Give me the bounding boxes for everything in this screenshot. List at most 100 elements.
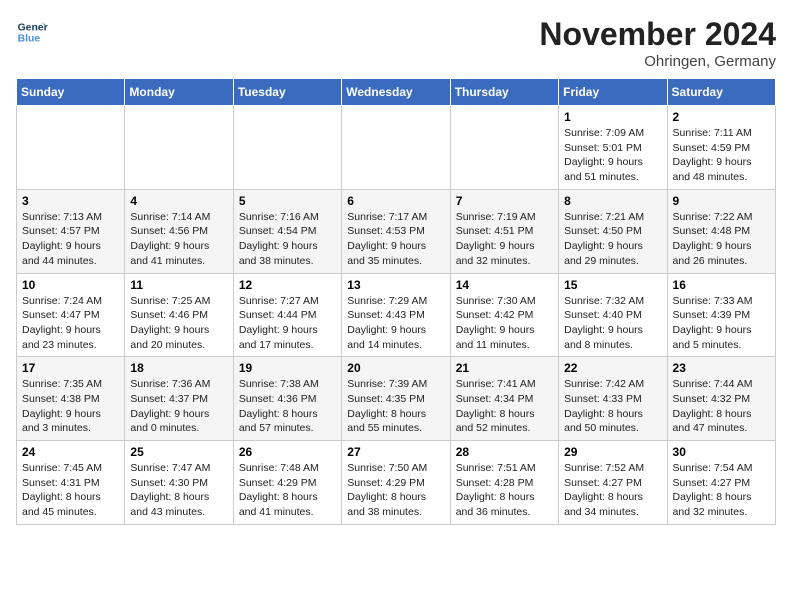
logo: General Blue: [16, 16, 48, 48]
logo-icon: General Blue: [16, 16, 48, 48]
calendar-table: SundayMondayTuesdayWednesdayThursdayFrid…: [16, 78, 776, 525]
day-info: Sunrise: 7:36 AM Sunset: 4:37 PM Dayligh…: [130, 377, 227, 436]
day-info: Sunrise: 7:27 AM Sunset: 4:44 PM Dayligh…: [239, 294, 336, 353]
day-number: 21: [456, 361, 553, 375]
calendar-day-cell: 20 Sunrise: 7:39 AM Sunset: 4:35 PM Dayli…: [342, 357, 450, 441]
calendar-day-cell: 17 Sunrise: 7:35 AM Sunset: 4:38 PM Dayli…: [17, 357, 125, 441]
day-info: Sunrise: 7:48 AM Sunset: 4:29 PM Dayligh…: [239, 461, 336, 520]
calendar-week-row: 24 Sunrise: 7:45 AM Sunset: 4:31 PM Dayli…: [17, 441, 776, 525]
calendar-day-cell: 12 Sunrise: 7:27 AM Sunset: 4:44 PM Dayli…: [233, 273, 341, 357]
day-number: 9: [673, 194, 770, 208]
day-info: Sunrise: 7:39 AM Sunset: 4:35 PM Dayligh…: [347, 377, 444, 436]
calendar-week-row: 3 Sunrise: 7:13 AM Sunset: 4:57 PM Daylig…: [17, 189, 776, 273]
weekday-header-cell: Tuesday: [233, 79, 341, 106]
weekday-header-cell: Sunday: [17, 79, 125, 106]
day-number: 26: [239, 445, 336, 459]
day-info: Sunrise: 7:42 AM Sunset: 4:33 PM Dayligh…: [564, 377, 661, 436]
weekday-header-cell: Thursday: [450, 79, 558, 106]
calendar-day-cell: 15 Sunrise: 7:32 AM Sunset: 4:40 PM Dayli…: [559, 273, 667, 357]
day-number: 28: [456, 445, 553, 459]
day-number: 4: [130, 194, 227, 208]
calendar-day-cell: 9 Sunrise: 7:22 AM Sunset: 4:48 PM Daylig…: [667, 189, 775, 273]
day-number: 16: [673, 278, 770, 292]
day-number: 6: [347, 194, 444, 208]
weekday-header-cell: Monday: [125, 79, 233, 106]
calendar-day-cell: 8 Sunrise: 7:21 AM Sunset: 4:50 PM Daylig…: [559, 189, 667, 273]
calendar-day-cell: 2Sunrise: 7:11 AM Sunset: 4:59 PM Daylig…: [667, 106, 775, 190]
calendar-day-cell: 5 Sunrise: 7:16 AM Sunset: 4:54 PM Daylig…: [233, 189, 341, 273]
day-number: 24: [22, 445, 119, 459]
day-info: Sunrise: 7:51 AM Sunset: 4:28 PM Dayligh…: [456, 461, 553, 520]
calendar-day-cell: 24 Sunrise: 7:45 AM Sunset: 4:31 PM Dayli…: [17, 441, 125, 525]
calendar-week-row: 10 Sunrise: 7:24 AM Sunset: 4:47 PM Dayli…: [17, 273, 776, 357]
page-header: General Blue November 2024 Ohringen, Ger…: [16, 16, 776, 70]
day-info: Sunrise: 7:52 AM Sunset: 4:27 PM Dayligh…: [564, 461, 661, 520]
calendar-week-row: 1 Sunrise: 7:09 AM Sunset: 5:01 PM Daylig…: [17, 106, 776, 190]
day-info: Sunrise: 7:32 AM Sunset: 4:40 PM Dayligh…: [564, 294, 661, 353]
day-number: 5: [239, 194, 336, 208]
day-info: Sunrise: 7:54 AM Sunset: 4:27 PM Dayligh…: [673, 461, 770, 520]
day-info: Sunrise: 7:33 AM Sunset: 4:39 PM Dayligh…: [673, 294, 770, 353]
day-number: 29: [564, 445, 661, 459]
day-number: 3: [22, 194, 119, 208]
day-info: Sunrise: 7:19 AM Sunset: 4:51 PM Dayligh…: [456, 210, 553, 269]
day-number: 20: [347, 361, 444, 375]
day-info: Sunrise: 7:35 AM Sunset: 4:38 PM Dayligh…: [22, 377, 119, 436]
day-number: 13: [347, 278, 444, 292]
day-info: Sunrise: 7:21 AM Sunset: 4:50 PM Dayligh…: [564, 210, 661, 269]
day-info: Sunrise: 7:30 AM Sunset: 4:42 PM Dayligh…: [456, 294, 553, 353]
calendar-day-cell: 7 Sunrise: 7:19 AM Sunset: 4:51 PM Daylig…: [450, 189, 558, 273]
calendar-day-cell: [342, 106, 450, 190]
day-number: 7: [456, 194, 553, 208]
calendar-week-row: 17 Sunrise: 7:35 AM Sunset: 4:38 PM Dayli…: [17, 357, 776, 441]
day-info: Sunrise: 7:38 AM Sunset: 4:36 PM Dayligh…: [239, 377, 336, 436]
calendar-day-cell: 10 Sunrise: 7:24 AM Sunset: 4:47 PM Dayli…: [17, 273, 125, 357]
calendar-day-cell: 19 Sunrise: 7:38 AM Sunset: 4:36 PM Dayli…: [233, 357, 341, 441]
weekday-header-cell: Friday: [559, 79, 667, 106]
day-number: 14: [456, 278, 553, 292]
day-number: 1: [564, 110, 661, 124]
calendar-day-cell: 23 Sunrise: 7:44 AM Sunset: 4:32 PM Dayli…: [667, 357, 775, 441]
day-number: 27: [347, 445, 444, 459]
calendar-day-cell: 30Sunrise: 7:54 AM Sunset: 4:27 PM Dayli…: [667, 441, 775, 525]
calendar-day-cell: [17, 106, 125, 190]
day-info: Sunrise: 7:14 AM Sunset: 4:56 PM Dayligh…: [130, 210, 227, 269]
calendar-day-cell: 29 Sunrise: 7:52 AM Sunset: 4:27 PM Dayli…: [559, 441, 667, 525]
day-info: Sunrise: 7:22 AM Sunset: 4:48 PM Dayligh…: [673, 210, 770, 269]
day-number: 19: [239, 361, 336, 375]
day-info: Sunrise: 7:47 AM Sunset: 4:30 PM Dayligh…: [130, 461, 227, 520]
calendar-day-cell: 25Sunrise: 7:47 AM Sunset: 4:30 PM Dayli…: [125, 441, 233, 525]
day-info: Sunrise: 7:09 AM Sunset: 5:01 PM Dayligh…: [564, 126, 661, 185]
weekday-header-cell: Saturday: [667, 79, 775, 106]
day-number: 8: [564, 194, 661, 208]
calendar-day-cell: 16 Sunrise: 7:33 AM Sunset: 4:39 PM Dayli…: [667, 273, 775, 357]
day-info: Sunrise: 7:44 AM Sunset: 4:32 PM Dayligh…: [673, 377, 770, 436]
calendar-day-cell: 11Sunrise: 7:25 AM Sunset: 4:46 PM Dayli…: [125, 273, 233, 357]
day-info: Sunrise: 7:24 AM Sunset: 4:47 PM Dayligh…: [22, 294, 119, 353]
day-number: 17: [22, 361, 119, 375]
day-info: Sunrise: 7:50 AM Sunset: 4:29 PM Dayligh…: [347, 461, 444, 520]
day-number: 10: [22, 278, 119, 292]
day-info: Sunrise: 7:25 AM Sunset: 4:46 PM Dayligh…: [130, 294, 227, 353]
title-block: November 2024 Ohringen, Germany: [539, 16, 776, 70]
day-info: Sunrise: 7:13 AM Sunset: 4:57 PM Dayligh…: [22, 210, 119, 269]
calendar-day-cell: [450, 106, 558, 190]
weekday-header-cell: Wednesday: [342, 79, 450, 106]
calendar-day-cell: 26 Sunrise: 7:48 AM Sunset: 4:29 PM Dayli…: [233, 441, 341, 525]
svg-text:Blue: Blue: [18, 34, 41, 45]
day-number: 18: [130, 361, 227, 375]
calendar-day-cell: 22Sunrise: 7:42 AM Sunset: 4:33 PM Dayli…: [559, 357, 667, 441]
day-number: 23: [673, 361, 770, 375]
day-number: 15: [564, 278, 661, 292]
day-number: 12: [239, 278, 336, 292]
calendar-day-cell: [125, 106, 233, 190]
day-info: Sunrise: 7:29 AM Sunset: 4:43 PM Dayligh…: [347, 294, 444, 353]
calendar-day-cell: 21Sunrise: 7:41 AM Sunset: 4:34 PM Dayli…: [450, 357, 558, 441]
day-number: 2: [673, 110, 770, 124]
calendar-body: 1 Sunrise: 7:09 AM Sunset: 5:01 PM Daylig…: [17, 106, 776, 525]
calendar-day-cell: 1 Sunrise: 7:09 AM Sunset: 5:01 PM Daylig…: [559, 106, 667, 190]
day-info: Sunrise: 7:45 AM Sunset: 4:31 PM Dayligh…: [22, 461, 119, 520]
day-info: Sunrise: 7:16 AM Sunset: 4:54 PM Dayligh…: [239, 210, 336, 269]
calendar-day-cell: 18 Sunrise: 7:36 AM Sunset: 4:37 PM Dayli…: [125, 357, 233, 441]
month-title: November 2024: [539, 16, 776, 53]
